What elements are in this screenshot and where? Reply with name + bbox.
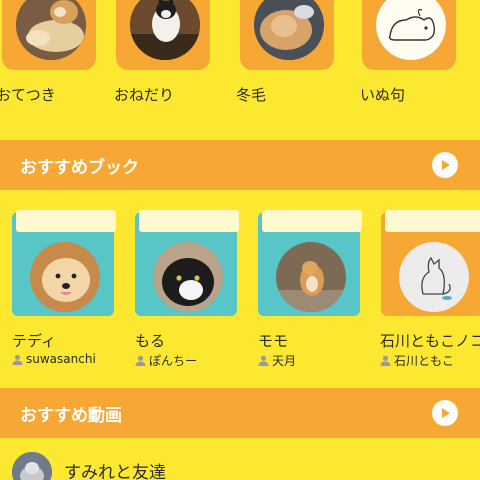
cat-drawing-photo bbox=[399, 242, 469, 312]
category-row: おてつき おねだり 冬毛 いぬ句 bbox=[0, 0, 480, 130]
book-title[interactable]: モモ bbox=[258, 330, 288, 351]
category-label: おねだり bbox=[114, 86, 175, 104]
book-title[interactable]: もる bbox=[135, 330, 165, 351]
fluffy-cat-photo bbox=[254, 0, 324, 60]
category-label: 冬毛 bbox=[236, 86, 267, 104]
book-pages bbox=[262, 210, 362, 232]
video-list-item[interactable]: すみれと友達 bbox=[0, 440, 480, 480]
book-title[interactable]: テディ bbox=[12, 330, 56, 351]
book-card[interactable] bbox=[381, 210, 480, 318]
video-title: すみれと友達 bbox=[64, 463, 166, 480]
person-icon bbox=[12, 354, 23, 365]
book-card[interactable] bbox=[12, 210, 118, 318]
book-author-name: 天月 bbox=[272, 354, 297, 368]
play-circle-icon[interactable] bbox=[432, 152, 458, 178]
dog-drawing-photo bbox=[376, 0, 446, 60]
category-card-onedari[interactable] bbox=[116, 0, 210, 70]
cat-begging-photo bbox=[130, 0, 200, 60]
video-thumbnail bbox=[12, 452, 52, 480]
book-card[interactable] bbox=[135, 210, 241, 318]
book-title[interactable]: 石川ともこノコ bbox=[380, 330, 480, 351]
cat-paws-photo bbox=[16, 0, 86, 60]
shiba-dog-photo bbox=[276, 242, 346, 312]
category-card-otetsuki[interactable] bbox=[2, 0, 96, 70]
dog-photo bbox=[30, 242, 100, 312]
section-header-books[interactable]: おすすめブック bbox=[0, 140, 480, 190]
book-author[interactable]: ぽんちー bbox=[135, 352, 197, 369]
person-icon bbox=[258, 355, 269, 366]
section-title: おすすめ動画 bbox=[20, 405, 122, 426]
book-card[interactable] bbox=[258, 210, 364, 318]
book-author[interactable]: 天月 bbox=[258, 352, 296, 369]
category-label: おてつき bbox=[0, 86, 56, 104]
person-icon bbox=[135, 355, 146, 366]
category-label: いぬ句 bbox=[360, 86, 406, 104]
book-author[interactable]: suwasanchi bbox=[12, 352, 96, 366]
book-author-name: ぽんちー bbox=[149, 354, 198, 368]
book-pages bbox=[16, 210, 116, 232]
play-circle-icon[interactable] bbox=[432, 400, 458, 426]
book-author-name: suwasanchi bbox=[26, 352, 96, 366]
book-shelf: テディ suwasanchi もる ぽんちー モモ 天月 石川ともこノコ 石川と… bbox=[0, 190, 480, 390]
book-pages bbox=[139, 210, 239, 232]
category-card-inuku[interactable] bbox=[362, 0, 456, 70]
category-card-fuyuge[interactable] bbox=[240, 0, 334, 70]
section-title: おすすめブック bbox=[20, 157, 139, 178]
book-pages bbox=[385, 210, 480, 232]
section-header-videos[interactable]: おすすめ動画 bbox=[0, 388, 480, 438]
book-author[interactable]: 石川ともこ bbox=[380, 352, 454, 369]
person-icon bbox=[380, 355, 391, 366]
cat-photo bbox=[153, 242, 223, 312]
book-author-name: 石川ともこ bbox=[394, 354, 455, 368]
